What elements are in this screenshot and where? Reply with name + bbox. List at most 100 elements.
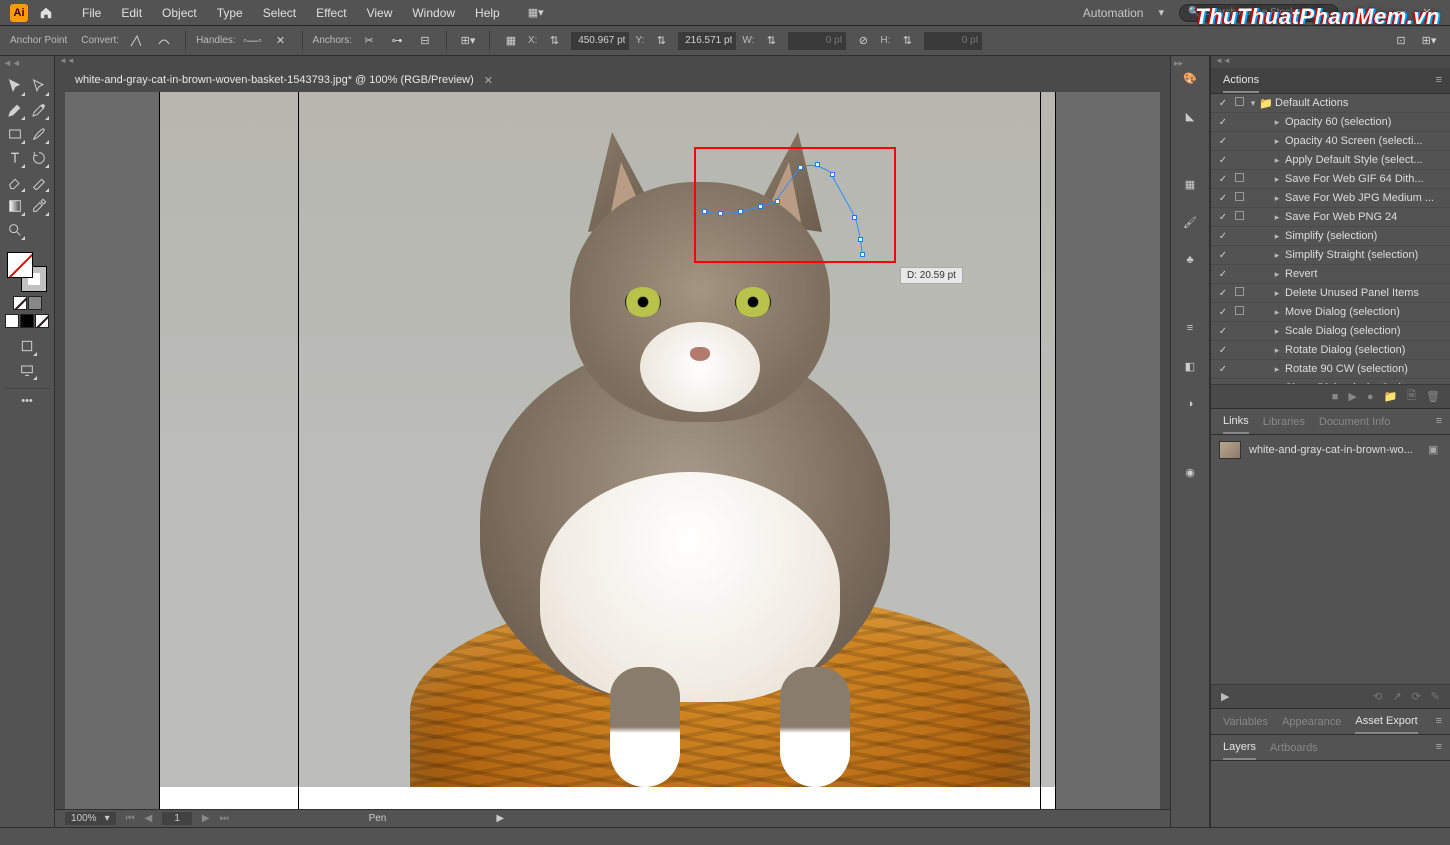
nav-prev-icon[interactable]: ◀: [145, 813, 153, 824]
menu-type[interactable]: Type: [207, 0, 253, 26]
menu-help[interactable]: Help: [465, 0, 510, 26]
convert-corner-icon[interactable]: [125, 30, 147, 52]
panel-menu-icon[interactable]: ≡: [1436, 741, 1442, 753]
new-action-icon[interactable]: 🗎: [1407, 387, 1416, 406]
expand-action-icon[interactable]: ▸: [1271, 193, 1283, 204]
expand-action-icon[interactable]: ▸: [1271, 345, 1283, 356]
action-enabled-check[interactable]: ✓: [1215, 155, 1231, 166]
expand-action-icon[interactable]: ▸: [1271, 250, 1283, 261]
symbols-panel-icon[interactable]: ♣: [1180, 250, 1200, 270]
swatches-panel-icon[interactable]: ▦: [1180, 174, 1200, 194]
actions-list[interactable]: ✓ ▾ 📁 Default Actions ✓▸Opacity 60 (sele…: [1211, 94, 1450, 384]
expand-dock-icon[interactable]: ▸▸: [1174, 58, 1183, 69]
handles-hide-icon[interactable]: ✕: [270, 30, 292, 52]
action-enabled-check[interactable]: ✓: [1215, 345, 1231, 356]
x-field[interactable]: [571, 32, 629, 50]
eraser-tool[interactable]: [3, 170, 27, 194]
convert-smooth-icon[interactable]: [153, 30, 175, 52]
more-tool[interactable]: [27, 218, 51, 242]
expand-action-icon[interactable]: ▸: [1271, 326, 1283, 337]
gradient-panel-icon[interactable]: ◧: [1180, 356, 1200, 376]
stop-action-icon[interactable]: ■: [1332, 391, 1339, 403]
eyedropper-tool[interactable]: [27, 194, 51, 218]
links-list[interactable]: white-and-gray-cat-in-brown-wo... ▣: [1211, 435, 1450, 684]
mini-swatch-row-2[interactable]: [5, 314, 49, 328]
play-action-icon[interactable]: ▶: [1348, 390, 1356, 403]
link-wh-icon[interactable]: ⊘: [852, 30, 874, 52]
close-tab-icon[interactable]: ✕: [484, 74, 493, 87]
panel-menu-icon[interactable]: ≡: [1436, 415, 1442, 427]
pen-tool[interactable]: [3, 98, 27, 122]
screen-mode-tool[interactable]: [15, 358, 39, 382]
direct-selection-tool[interactable]: [27, 74, 51, 98]
appearance-panel-icon[interactable]: ◉: [1180, 462, 1200, 482]
action-item[interactable]: ✓▸Delete Unused Panel Items: [1211, 284, 1450, 303]
play-icon[interactable]: ▶: [496, 813, 504, 824]
automation-label[interactable]: Automation: [1083, 6, 1144, 20]
menu-object[interactable]: Object: [152, 0, 207, 26]
expand-action-icon[interactable]: ▸: [1271, 231, 1283, 242]
home-icon[interactable]: [38, 5, 54, 21]
action-item[interactable]: ✓▸Scale Dialog (selection): [1211, 322, 1450, 341]
zoom-tool[interactable]: [3, 218, 27, 242]
action-enabled-check[interactable]: ✓: [1215, 174, 1231, 185]
action-item[interactable]: ✓▸Simplify Straight (selection): [1211, 246, 1450, 265]
action-enabled-check[interactable]: ✓: [1215, 136, 1231, 147]
expand-action-icon[interactable]: ▸: [1271, 269, 1283, 280]
action-enabled-check[interactable]: ✓: [1215, 364, 1231, 375]
action-item[interactable]: ✓▸Apply Default Style (select...: [1211, 151, 1450, 170]
edit-toolbar-button[interactable]: •••: [4, 388, 50, 412]
nav-next-icon[interactable]: ▶: [202, 813, 210, 824]
anchor-cut-icon[interactable]: ⊟: [414, 30, 436, 52]
collapse-toolbar-icon[interactable]: ◄◄: [3, 58, 21, 68]
action-enabled-check[interactable]: ✓: [1215, 193, 1231, 204]
stepper-icon[interactable]: ⇅: [650, 30, 672, 52]
expand-action-icon[interactable]: ▸: [1271, 155, 1283, 166]
panel-menu-icon[interactable]: ≡: [1436, 715, 1442, 727]
action-enabled-check[interactable]: ✓: [1215, 269, 1231, 280]
action-item[interactable]: ✓▸Opacity 60 (selection): [1211, 113, 1450, 132]
stepper-icon[interactable]: ⇅: [543, 30, 565, 52]
mini-swatch-row-1[interactable]: [13, 296, 42, 310]
appearance-tab[interactable]: Appearance: [1282, 711, 1341, 733]
links-tab[interactable]: Links: [1223, 410, 1249, 434]
update-link-icon[interactable]: ⟳: [1412, 690, 1421, 703]
expand-action-icon[interactable]: ▸: [1271, 288, 1283, 299]
action-dialog-toggle[interactable]: [1231, 192, 1247, 204]
action-dialog-toggle[interactable]: [1231, 287, 1247, 299]
action-item[interactable]: ✓▸Save For Web JPG Medium ...: [1211, 189, 1450, 208]
paintbrush-tool[interactable]: [27, 122, 51, 146]
align-to-icon[interactable]: ⊞▾: [1418, 30, 1440, 52]
zoom-level[interactable]: 100%▾: [65, 812, 116, 825]
relink-icon[interactable]: ⟲: [1373, 690, 1382, 703]
menu-select[interactable]: Select: [253, 0, 306, 26]
action-enabled-check[interactable]: ✓: [1215, 250, 1231, 261]
selection-tool[interactable]: [3, 74, 27, 98]
record-action-icon[interactable]: ●: [1367, 391, 1374, 403]
action-item[interactable]: ✓▸Revert: [1211, 265, 1450, 284]
arrange-docs-icon[interactable]: ▦▾: [525, 2, 547, 24]
color-panel-icon[interactable]: 🎨: [1180, 68, 1200, 88]
canvas[interactable]: D: 20.59 pt: [65, 92, 1160, 809]
artboard-number[interactable]: 1: [162, 812, 192, 825]
new-set-icon[interactable]: 📁: [1383, 390, 1397, 403]
fill-swatch[interactable]: [7, 252, 33, 278]
h-field[interactable]: [924, 32, 982, 50]
reference-point-icon[interactable]: ▦: [500, 30, 522, 52]
action-enabled-check[interactable]: ✓: [1215, 288, 1231, 299]
handles-show-icon[interactable]: ◦—◦: [242, 30, 264, 52]
menu-edit[interactable]: Edit: [111, 0, 152, 26]
artboards-tab[interactable]: Artboards: [1270, 737, 1318, 759]
nav-first-icon[interactable]: ⏮: [126, 813, 135, 824]
action-dialog-toggle[interactable]: [1231, 211, 1247, 223]
gradient-tool[interactable]: [3, 194, 27, 218]
menu-view[interactable]: View: [357, 0, 403, 26]
action-item[interactable]: ✓▸Rotate Dialog (selection): [1211, 341, 1450, 360]
isolate-icon[interactable]: ⊡: [1390, 30, 1412, 52]
action-item[interactable]: ✓▸Simplify (selection): [1211, 227, 1450, 246]
panel-menu-icon[interactable]: ≡: [1436, 74, 1442, 86]
action-item[interactable]: ✓▸Rotate 90 CW (selection): [1211, 360, 1450, 379]
expand-action-icon[interactable]: ▸: [1271, 117, 1283, 128]
action-item[interactable]: ✓▸Save For Web GIF 64 Dith...: [1211, 170, 1450, 189]
action-set-row[interactable]: ✓ ▾ 📁 Default Actions: [1211, 94, 1450, 113]
